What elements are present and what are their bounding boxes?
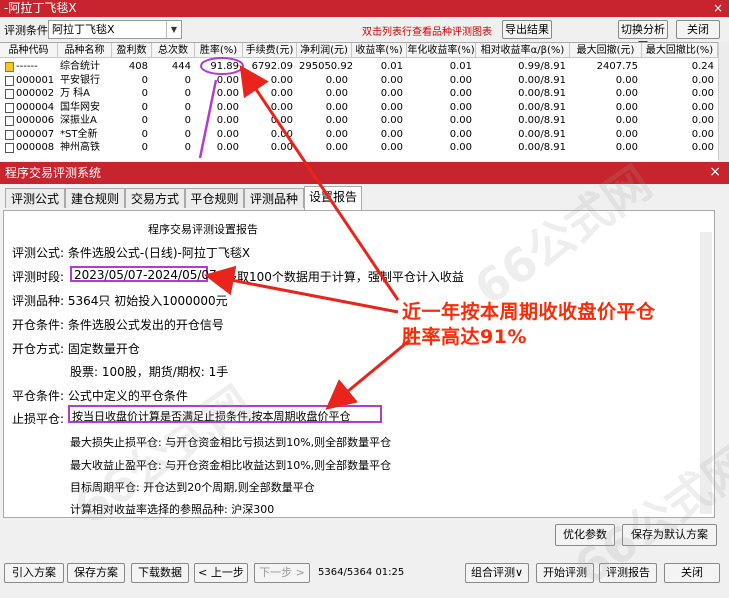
arrow-to-winrate bbox=[239, 65, 400, 301]
annotation-line-2: 胜率高达91% bbox=[402, 326, 527, 348]
annotation-overlay bbox=[198, 57, 411, 410]
arrow-to-stop-rule bbox=[325, 338, 411, 410]
annotation-text: 近一年按本周期收收盘价平仓 胜率高达91% bbox=[402, 300, 656, 350]
magenta-pointer bbox=[198, 79, 218, 159]
winrate-highlight-ellipse bbox=[200, 57, 244, 75]
annotation-line-1: 近一年按本周期收收盘价平仓 bbox=[402, 301, 656, 323]
arrow-to-period bbox=[204, 265, 399, 314]
